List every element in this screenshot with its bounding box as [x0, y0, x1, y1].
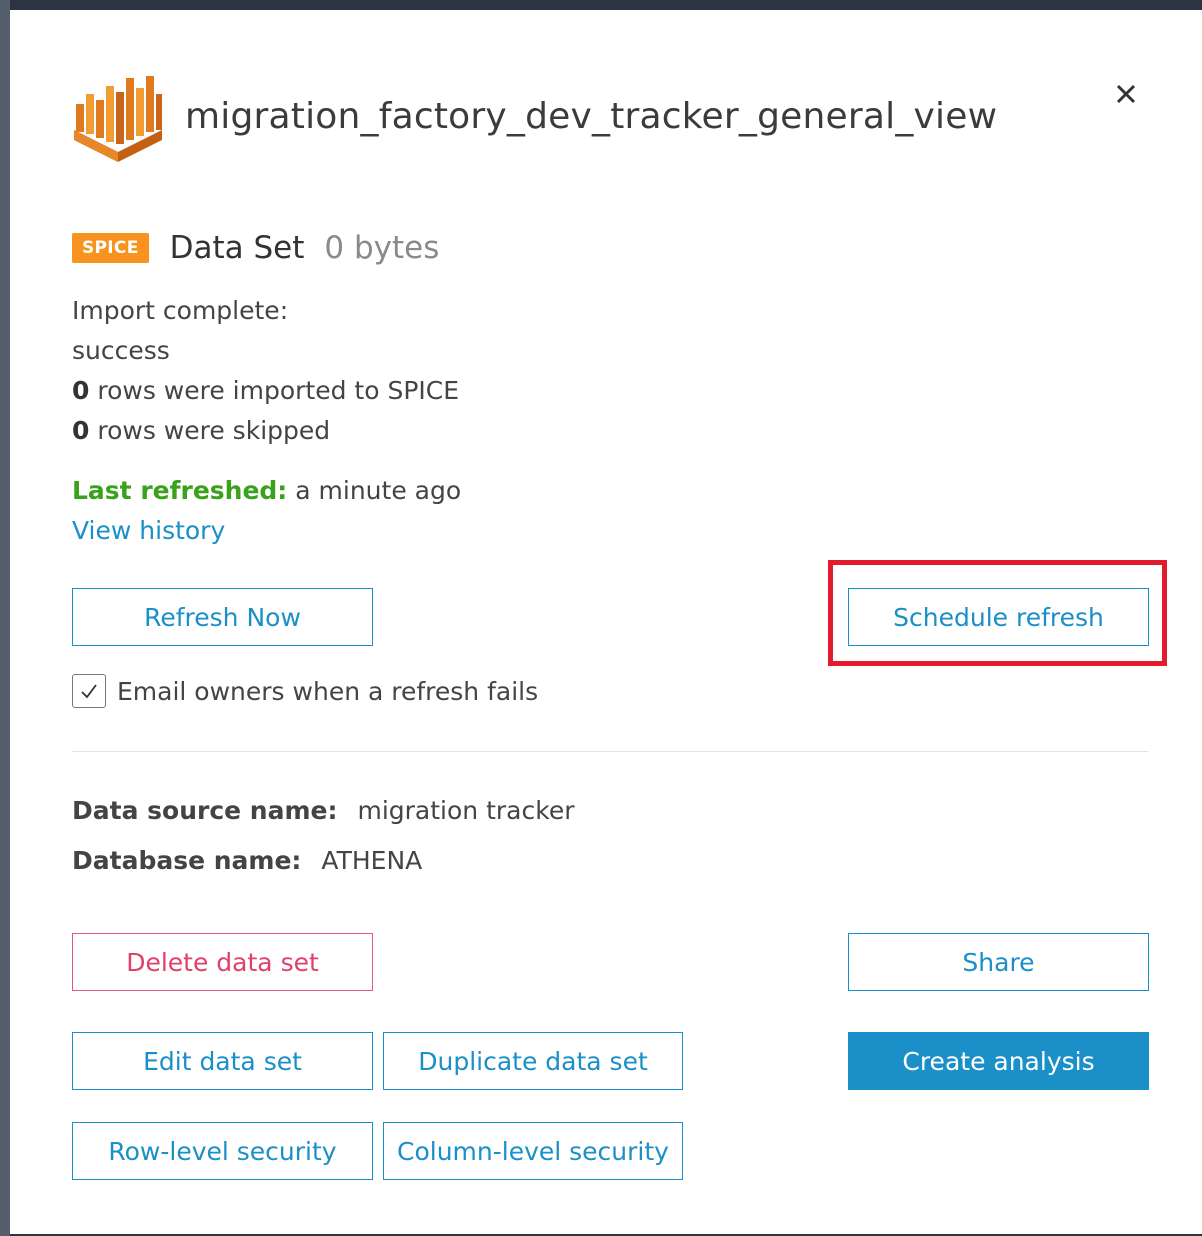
- column-level-security-button[interactable]: Column-level security: [383, 1122, 683, 1180]
- schedule-refresh-button[interactable]: Schedule refresh: [848, 588, 1149, 646]
- database-label: Database name:: [72, 846, 302, 875]
- rows-imported: 0 rows were imported to SPICE: [72, 371, 459, 411]
- section-divider: [72, 751, 1148, 752]
- refresh-now-button[interactable]: Refresh Now: [72, 588, 373, 646]
- email-owners-label: Email owners when a refresh fails: [117, 676, 539, 706]
- data-source-label: Data source name:: [72, 796, 338, 825]
- row-level-security-button[interactable]: Row-level security: [72, 1122, 373, 1180]
- dataset-size: 0 bytes: [324, 230, 440, 266]
- dataset-header-row: SPICE Data Set 0 bytes: [72, 230, 439, 266]
- rows-skipped-count: 0: [72, 416, 90, 445]
- view-history-link[interactable]: View history: [72, 511, 461, 551]
- database-row: Database name: ATHENA: [72, 846, 422, 875]
- dataset-title: migration_factory_dev_tracker_general_vi…: [185, 96, 998, 137]
- duplicate-dataset-button[interactable]: Duplicate data set: [383, 1032, 683, 1090]
- rows-skipped-text: rows were skipped: [97, 416, 331, 445]
- email-owners-checkbox[interactable]: [72, 674, 106, 708]
- database-value: ATHENA: [321, 846, 423, 875]
- rows-imported-count: 0: [72, 376, 90, 405]
- rows-imported-text: rows were imported to SPICE: [97, 376, 460, 405]
- dataset-label: Data Set: [169, 230, 305, 266]
- share-button[interactable]: Share: [848, 933, 1149, 991]
- import-status: Import complete: success 0 rows were imp…: [72, 291, 459, 451]
- dataset-details-dialog: migration_factory_dev_tracker_general_vi…: [10, 10, 1202, 1234]
- last-refreshed-value: a minute ago: [295, 476, 462, 505]
- checkmark-icon: [81, 684, 97, 699]
- close-icon[interactable]: [1108, 76, 1144, 112]
- last-refreshed-label: Last refreshed:: [72, 476, 288, 505]
- import-result: success: [72, 336, 170, 365]
- email-owners-option[interactable]: Email owners when a refresh fails: [72, 674, 538, 708]
- backdrop: [0, 0, 10, 1236]
- create-analysis-button[interactable]: Create analysis: [848, 1032, 1149, 1090]
- rows-skipped: 0 rows were skipped: [72, 411, 459, 451]
- refresh-info: Last refreshed: a minute ago View histor…: [72, 471, 461, 551]
- edit-dataset-button[interactable]: Edit data set: [72, 1032, 373, 1090]
- quicksight-logo-icon: [74, 76, 162, 162]
- spice-badge: SPICE: [72, 233, 149, 263]
- last-refreshed: Last refreshed: a minute ago: [72, 471, 461, 511]
- data-source-row: Data source name: migration tracker: [72, 796, 574, 825]
- delete-dataset-button[interactable]: Delete data set: [72, 933, 373, 991]
- import-heading: Import complete:: [72, 296, 289, 325]
- data-source-value: migration tracker: [357, 796, 575, 825]
